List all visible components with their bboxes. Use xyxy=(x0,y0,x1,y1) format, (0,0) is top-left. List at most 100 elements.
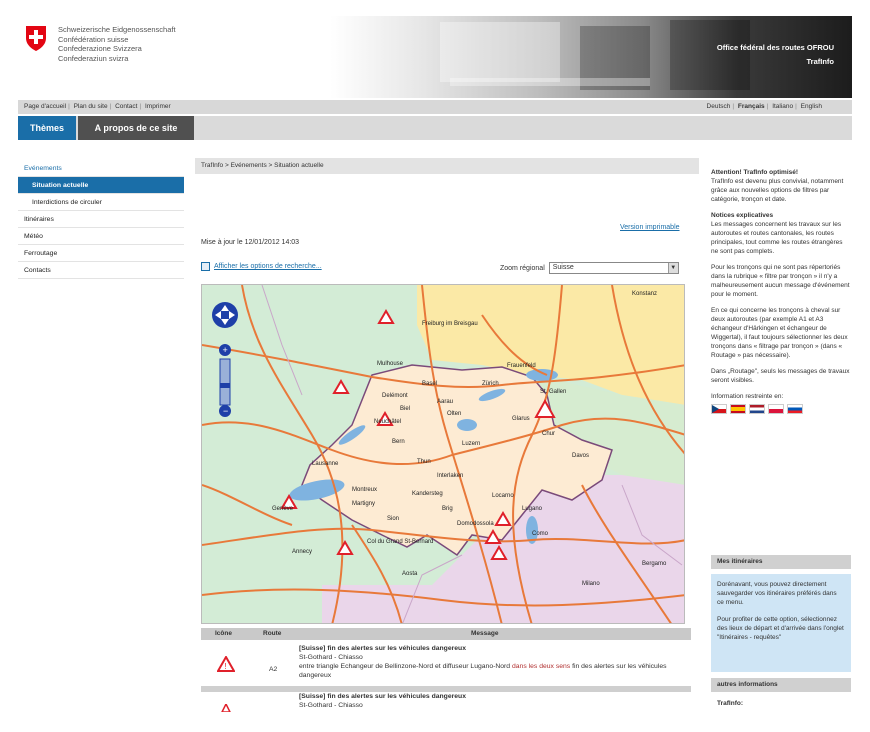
confed-de: Schweizerische Eidgenossenschaft xyxy=(58,25,176,34)
svg-text:Domodossola: Domodossola xyxy=(457,521,494,527)
language-flags xyxy=(711,404,851,414)
table-row: [Suisse] fin des alertes sur les véhicul… xyxy=(201,692,691,716)
col-message: Message xyxy=(471,630,499,637)
svg-text:Basel: Basel xyxy=(422,381,437,387)
row-title: [Suisse] fin des alertes sur les véhicul… xyxy=(299,645,466,652)
flag-poland-icon[interactable] xyxy=(768,404,784,414)
confed-fr: Confédération suisse xyxy=(58,34,129,44)
svg-text:Luzern: Luzern xyxy=(462,441,480,447)
tab-themes[interactable]: Thèmes xyxy=(18,116,76,140)
svg-text:−: − xyxy=(223,406,228,416)
sidebar-item-rail-transport[interactable]: Ferroutage xyxy=(18,245,184,262)
warning-icon: ! xyxy=(217,656,235,672)
lang-it[interactable]: Italiano xyxy=(772,103,793,110)
regional-zoom: Zoom régional Suisse ▼ xyxy=(500,262,679,274)
search-options-label: Afficher les options de recherche... xyxy=(214,263,322,270)
sidebar-item-weather[interactable]: Météo xyxy=(18,228,184,245)
svg-text:Col du Grand St-Bernard: Col du Grand St-Bernard xyxy=(367,539,433,545)
svg-text:Frauenfeld: Frauenfeld xyxy=(507,363,536,369)
search-options-toggle[interactable]: Afficher les options de recherche... xyxy=(201,262,322,271)
info-paragraph-5: Dans „Routage", seuls les messages de tr… xyxy=(711,368,850,384)
info-paragraph-3: Pour les tronçons qui ne sont pas répert… xyxy=(711,264,850,298)
link-sitemap[interactable]: Plan du site xyxy=(74,103,108,110)
lang-de[interactable]: Deutsch xyxy=(707,103,731,110)
table-row: ! A2 [Suisse] fin des alertes sur les vé… xyxy=(201,644,691,692)
row-message: [Suisse] fin des alertes sur les véhicul… xyxy=(299,644,691,680)
svg-text:Montreux: Montreux xyxy=(352,487,377,493)
main-tabs: Thèmes A propos de ce site xyxy=(18,116,852,140)
sidebar-item-driving-bans[interactable]: Interdictions de circuler xyxy=(18,194,184,211)
utility-links: Page d'accueil | Plan du site | Contact | I… xyxy=(24,103,171,110)
lang-en[interactable]: English xyxy=(801,103,822,110)
warning-icon xyxy=(221,704,231,712)
svg-text:Olten: Olten xyxy=(447,411,461,417)
flag-slovenia-icon[interactable] xyxy=(787,404,803,414)
svg-text:Biel: Biel xyxy=(400,406,410,412)
service-name: TrafInfo xyxy=(806,57,835,66)
my-routes-box: Dorénavant, vous pouvez directement sauv… xyxy=(711,574,851,672)
svg-text:Lugano: Lugano xyxy=(522,506,543,512)
row-location: St-Gothard - Chiasso xyxy=(299,654,363,661)
sidebar-nav: Evénements Situation actuelle Interdicti… xyxy=(18,160,184,279)
sidebar-item-routes[interactable]: Itinéraires xyxy=(18,211,184,228)
language-switcher: Deutsch | Français | Italiano | English xyxy=(706,103,822,110)
svg-text:Aarau: Aarau xyxy=(437,399,453,405)
svg-text:Freiburg im Breisgau: Freiburg im Breisgau xyxy=(422,321,478,327)
traffic-map[interactable]: + − Freiburg im Breisgau Konstanz Mulhou… xyxy=(201,284,685,624)
lang-fr[interactable]: Français xyxy=(738,103,765,110)
svg-text:!: ! xyxy=(225,662,227,671)
svg-text:St. Gallen: St. Gallen xyxy=(540,389,566,395)
svg-text:Locarno: Locarno xyxy=(492,493,514,499)
row-location: St-Gothard - Chiasso xyxy=(299,702,363,709)
link-contact[interactable]: Contact xyxy=(115,103,137,110)
svg-text:Konstanz: Konstanz xyxy=(632,291,657,297)
svg-text:Mulhouse: Mulhouse xyxy=(377,361,404,367)
update-timestamp: Mise à jour le 12/01/2012 14:03 xyxy=(201,239,300,246)
info-notes-text: Les messages concernent les travaux sur … xyxy=(711,221,843,255)
sidebar-item-events[interactable]: Evénements xyxy=(18,160,184,177)
sidebar-item-current-situation[interactable]: Situation actuelle xyxy=(18,177,184,194)
office-title: Office fédéral des routes OFROU TrafInfo xyxy=(717,41,834,69)
events-table-header: Icône Route Message xyxy=(201,628,691,640)
svg-text:Martigny: Martigny xyxy=(352,501,375,507)
row-text: entre triangle Echangeur de Bellinzone-N… xyxy=(299,662,691,680)
map-pan-control[interactable] xyxy=(212,302,238,328)
flag-czech-icon[interactable] xyxy=(711,404,727,414)
row-text-highlight: dans les deux sens xyxy=(511,663,571,670)
svg-text:Sion: Sion xyxy=(387,516,399,522)
link-print[interactable]: Imprimer xyxy=(145,103,171,110)
office-name: Office fédéral des routes OFROU xyxy=(716,43,834,52)
my-routes-text-1: Dorénavant, vous pouvez directement sauv… xyxy=(717,581,837,606)
confed-it: Confederazione Svizzera xyxy=(58,44,142,53)
other-info-text: TrafInfo: xyxy=(717,700,743,707)
flag-netherlands-icon[interactable] xyxy=(749,404,765,414)
svg-text:Chur: Chur xyxy=(542,431,555,437)
row-text-before: entre triangle Echangeur de Bellinzone-N… xyxy=(299,663,511,670)
row-message: [Suisse] fin des alertes sur les véhicul… xyxy=(299,692,691,710)
map-canvas: + − Freiburg im Breisgau Konstanz Mulhou… xyxy=(202,285,684,623)
link-home[interactable]: Page d'accueil xyxy=(24,103,66,110)
print-version-link[interactable]: Version imprimable xyxy=(620,224,680,231)
svg-text:Neuchâtel: Neuchâtel xyxy=(374,419,401,425)
flag-spain-icon[interactable] xyxy=(730,404,746,414)
my-routes-text-2: Pour profiter de cette option, sélection… xyxy=(717,616,844,641)
info-optimized-text: TrafInfo est devenu plus convivial, nota… xyxy=(711,178,844,203)
info-optimized-title: Attention! TrafInfo optimisé! xyxy=(711,169,799,176)
info-languages: Information restreinte en: xyxy=(711,392,851,414)
svg-text:Bergamo: Bergamo xyxy=(642,561,667,567)
zoom-select[interactable]: Suisse ▼ xyxy=(548,262,679,274)
svg-text:Delémont: Delémont xyxy=(382,393,408,399)
chevron-down-icon: ▼ xyxy=(667,263,678,273)
tab-about[interactable]: A propos de ce site xyxy=(78,116,194,140)
search-options-icon xyxy=(201,262,210,271)
sidebar-item-contacts[interactable]: Contacts xyxy=(18,262,184,279)
confed-rm: Confederaziun svizra xyxy=(58,53,129,63)
other-info-title: autres informations xyxy=(711,678,851,692)
col-route: Route xyxy=(263,630,282,637)
info-notes-title: Notices explicatives xyxy=(711,212,774,219)
svg-text:Lausanne: Lausanne xyxy=(312,461,339,467)
zoom-select-value: Suisse xyxy=(552,264,574,271)
my-routes-title: Mes itinéraires xyxy=(711,555,851,569)
svg-text:Bern: Bern xyxy=(392,439,405,445)
info-optimized: Attention! TrafInfo optimisé! TrafInfo e… xyxy=(711,168,851,204)
